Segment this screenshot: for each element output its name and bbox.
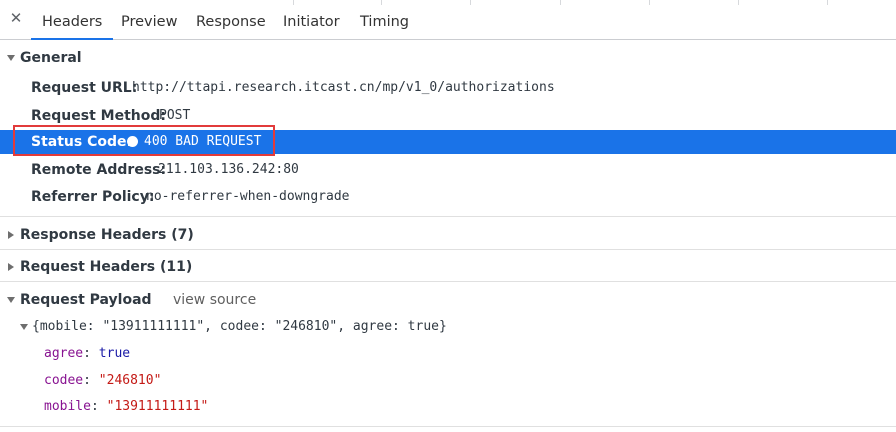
request-url-label: Request URL:: [31, 80, 138, 96]
collapse-arrow-icon: [7, 55, 15, 61]
payload-summary-text: {mobile: "13911111111", codee: "246810",…: [32, 319, 447, 334]
view-source-link[interactable]: view source: [173, 290, 256, 310]
payload-key: mobile: [44, 399, 91, 414]
request-url-row: Request URL: http://ttapi.research.itcas…: [0, 76, 896, 100]
expand-arrow-icon: [8, 231, 14, 239]
request-payload-title: Request Payload: [20, 292, 152, 308]
request-headers-section-header[interactable]: Request Headers (11): [0, 257, 896, 277]
remote-address-value: 211.103.136.242:80: [158, 162, 299, 177]
general-section-title: General: [20, 50, 82, 66]
tab-response[interactable]: Response: [196, 0, 266, 39]
expand-arrow-icon: [8, 263, 14, 271]
payload-value: "246810": [98, 373, 162, 388]
request-payload-section-header[interactable]: Request Payload view source: [0, 290, 896, 310]
payload-key: codee: [44, 373, 84, 388]
tab-initiator[interactable]: Initiator: [283, 0, 340, 39]
status-code-highlight-box: [13, 125, 275, 156]
general-section-header[interactable]: General: [0, 48, 896, 68]
section-divider: [0, 426, 896, 427]
payload-key: agree: [44, 346, 84, 361]
remote-address-row: Remote Address: 211.103.136.242:80: [0, 158, 896, 182]
devtools-tab-bar: ✕ Headers Preview Response Initiator Tim…: [0, 0, 896, 40]
section-divider: [0, 249, 896, 250]
payload-field-codee: codee: "246810": [44, 373, 162, 388]
response-headers-title: Response Headers (7): [20, 227, 194, 243]
remote-address-label: Remote Address:: [31, 162, 167, 178]
request-url-value: http://ttapi.research.itcast.cn/mp/v1_0/…: [132, 80, 555, 95]
collapse-arrow-icon: [7, 297, 15, 303]
tab-preview[interactable]: Preview: [121, 0, 177, 39]
payload-value: true: [98, 346, 131, 361]
tab-timing[interactable]: Timing: [360, 0, 409, 39]
request-headers-title: Request Headers (11): [20, 259, 193, 275]
close-icon[interactable]: ✕: [9, 10, 23, 26]
referrer-policy-row: Referrer Policy: no-referrer-when-downgr…: [0, 185, 896, 209]
collapse-arrow-icon: [20, 324, 28, 330]
section-divider: [0, 216, 896, 217]
response-headers-section-header[interactable]: Response Headers (7): [0, 225, 896, 245]
payload-value: "13911111111": [106, 399, 209, 414]
tab-headers[interactable]: Headers: [30, 0, 114, 40]
section-divider: [0, 281, 896, 282]
payload-field-mobile: mobile: "13911111111": [44, 399, 209, 414]
payload-field-agree: agree: true: [44, 346, 131, 361]
referrer-policy-value: no-referrer-when-downgrade: [146, 189, 350, 204]
referrer-policy-label: Referrer Policy:: [31, 189, 155, 205]
